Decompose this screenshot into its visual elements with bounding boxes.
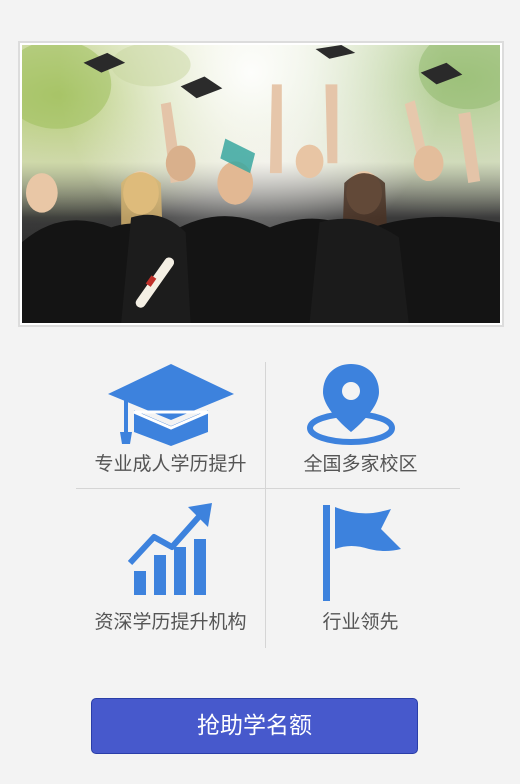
flag-icon <box>323 505 401 601</box>
feature-label: 全国多家校区 <box>303 453 418 475</box>
feature-nationwide-campuses: 全国多家校区 <box>266 362 455 488</box>
grab-scholarship-quota-button[interactable]: 抢助学名额 <box>91 698 418 754</box>
feature-label: 资深学历提升机构 <box>94 611 247 633</box>
feature-label: 专业成人学历提升 <box>94 453 247 475</box>
feature-industry-leading: 行业领先 <box>266 489 455 648</box>
feature-professional-adult-education: 专业成人学历提升 <box>76 362 265 488</box>
growth-bar-chart-icon <box>128 503 212 595</box>
feature-senior-education-institution: 资深学历提升机构 <box>76 489 265 648</box>
feature-label: 行业领先 <box>322 611 399 633</box>
hero-image <box>18 41 504 327</box>
graduation-photo <box>22 45 500 323</box>
location-pin-icon <box>307 364 395 445</box>
graduation-cap-icon <box>108 364 234 446</box>
graduation-photo-illustration <box>22 45 500 323</box>
features-grid: 专业成人学历提升 全国多家校区 资深学历提升机构 行业领先 <box>76 362 460 648</box>
